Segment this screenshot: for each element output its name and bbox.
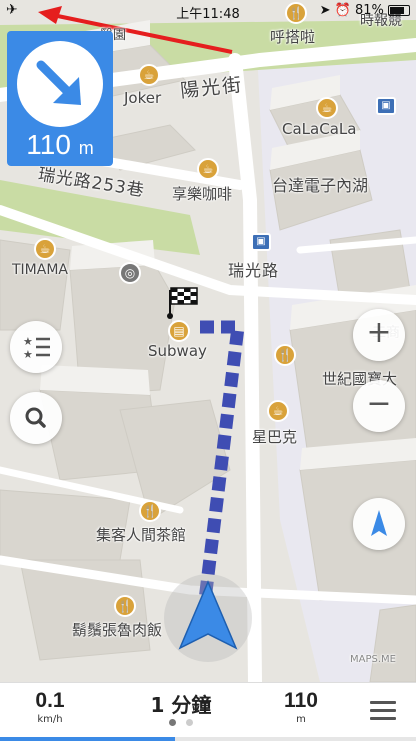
hamburger-menu-icon[interactable]: [370, 701, 396, 723]
search-icon: [25, 407, 46, 428]
turn-distance-value: 110: [26, 129, 71, 160]
zoom-in-label: +: [366, 315, 392, 350]
map-label-poi: 呼搭啦: [270, 28, 316, 46]
map-label-poi: Subway: [148, 342, 207, 360]
turn-instruction-panel[interactable]: 110 m: [7, 31, 113, 166]
route-progress-bar: [0, 737, 416, 741]
bookmarks-button[interactable]: ★ ★: [10, 321, 62, 373]
turn-distance: 110 m: [7, 129, 113, 161]
page-dot-active: [169, 719, 176, 726]
map-label-poi: Joker: [124, 89, 162, 107]
poi-food-icon[interactable]: 🍴: [139, 500, 161, 522]
map-label-poi: 台達電子內湖: [272, 176, 369, 195]
speed-value: 0.1: [35, 689, 65, 712]
turn-distance-unit: m: [78, 138, 94, 158]
location-arrow-icon: ➤: [319, 3, 331, 18]
compass-button[interactable]: [353, 498, 405, 550]
map-label-poi: TIMAMA: [12, 262, 68, 278]
map-attribution: MAPS.ME: [350, 654, 396, 665]
poi-food-icon[interactable]: ☕: [267, 400, 289, 422]
poi-transit-icon[interactable]: ▣: [251, 233, 271, 251]
map-label-poi: 集客人間茶館: [96, 526, 187, 544]
star-list-icon: ★ ★: [23, 335, 50, 361]
battery-icon: [388, 5, 410, 16]
search-button[interactable]: [10, 392, 62, 444]
zoom-in-button[interactable]: +: [353, 309, 405, 361]
distance-remaining-unit: m: [296, 714, 306, 725]
speed-readout: 0.1 km/h: [22, 689, 78, 725]
compass-arrow-icon: [371, 510, 387, 536]
navigation-bottom-bar: 0.1 km/h 1 分鐘 110 m: [0, 682, 416, 741]
zoom-out-label: −: [366, 386, 392, 421]
svg-text:★: ★: [23, 335, 33, 348]
poi-food-icon[interactable]: ☕: [34, 238, 56, 260]
poi-stroller-icon[interactable]: ◎: [119, 262, 141, 284]
poi-food-icon[interactable]: ☕: [197, 158, 219, 180]
map-label-poi: 星巴克: [252, 428, 298, 446]
route-progress-fill: [0, 737, 175, 741]
poi-food-icon[interactable]: ☕: [138, 64, 160, 86]
map-label-poi: 享樂咖啡: [172, 185, 233, 203]
turn-right-icon: [17, 41, 103, 127]
svg-text:★: ★: [23, 348, 33, 361]
status-right: ➤ ⏰ 81%: [320, 3, 410, 18]
distance-remaining-readout: 110 m: [272, 689, 330, 725]
status-bar: ✈ 上午11:48 ➤ ⏰ 81%: [0, 0, 416, 22]
poi-food-icon[interactable]: 🍴: [274, 344, 296, 366]
poi-food-icon[interactable]: 🍴: [114, 595, 136, 617]
map-label-poi: 鬍鬚張魯肉飯: [72, 621, 163, 639]
page-dot-inactive: [186, 719, 193, 726]
poi-transit-icon[interactable]: ▣: [376, 97, 396, 115]
speed-unit: km/h: [37, 714, 63, 725]
time-remaining-readout[interactable]: 1 分鐘: [128, 689, 234, 718]
map-label-street: 瑞光路: [228, 261, 280, 280]
time-remaining-value: 1 分鐘: [150, 693, 212, 717]
zoom-out-button[interactable]: −: [353, 380, 405, 432]
map-label-poi: CaLaCaLa: [282, 120, 357, 138]
poi-subway-icon[interactable]: ▤: [168, 320, 190, 342]
alarm-icon: ⏰: [334, 3, 351, 18]
battery-percent: 81%: [354, 3, 384, 18]
distance-remaining-value: 110: [284, 689, 318, 712]
poi-food-icon[interactable]: ☕: [316, 97, 338, 119]
